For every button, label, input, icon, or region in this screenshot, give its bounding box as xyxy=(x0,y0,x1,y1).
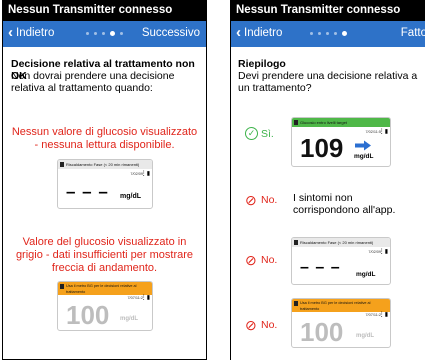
no-entry-icon: ⊘ xyxy=(245,192,257,208)
cgm-screen-in-range: Glucosio entro livelli target 7/02/11:5 … xyxy=(291,117,391,167)
glucose-value-grey: 100 xyxy=(300,317,344,347)
glucose-value: 109 xyxy=(300,133,344,163)
page-dot xyxy=(86,32,89,35)
page-dot xyxy=(120,32,123,35)
cgm-screen-grey-value: Usa il metro BG per le decisioni relativ… xyxy=(291,298,391,348)
case-grey-value-text: Valore del glucosio visualizzato in grig… xyxy=(15,236,194,274)
alert-bar: Usa il metro BG per le decisioni relativ… xyxy=(292,299,390,312)
answer-no: No. xyxy=(261,319,278,331)
nav-bar: ‹ Indietro Successivo xyxy=(3,21,206,47)
page-dot-active xyxy=(341,31,347,36)
cgm-screen-no-reading: Riscaldamento Fase (< 20 min rimanenti) … xyxy=(57,159,153,209)
alert-bar: Riscaldamento Fase (< 20 min rimanenti) xyxy=(58,160,152,169)
glucose-value-grey: 100 xyxy=(66,300,110,330)
page-dot xyxy=(102,32,105,35)
page-dot xyxy=(94,32,97,35)
page-indicator xyxy=(231,31,425,36)
status-title: Nessun Transmitter connesso xyxy=(231,0,425,21)
arrow-right-icon xyxy=(355,140,371,151)
next-button[interactable]: Successivo xyxy=(142,27,200,39)
check-circle-icon: ✓ xyxy=(245,127,258,140)
signal-battery-icon: ⋮▮ xyxy=(378,249,388,255)
right-screen: Nessun Transmitter connesso ‹ Indietro F… xyxy=(230,0,425,360)
intro-text: Non dovrai prendere una decisione relati… xyxy=(11,70,175,94)
answer-no: No. xyxy=(261,194,278,206)
page-dot xyxy=(333,32,337,35)
alert-bar: Riscaldamento Fase (< 20 min rimanenti) xyxy=(292,238,390,247)
answer-yes: Sì. xyxy=(261,128,274,140)
cgm-screen-grey-value: Usa il metro BG per le decisioni relativ… xyxy=(57,281,153,331)
signal-battery-icon: ⋮▮ xyxy=(140,171,150,177)
intro-text: Devi prendere una decisione relativa a u… xyxy=(238,70,418,94)
alert-bar: Glucosio entro livelli target xyxy=(292,118,390,127)
symptoms-text: I sintomi non corrispondono all'app. xyxy=(293,192,396,216)
no-entry-icon: ⊘ xyxy=(245,252,257,268)
page-dot-active xyxy=(110,31,115,36)
signal-battery-icon: ⋮▮ xyxy=(378,129,388,135)
glucose-unit: mg/dL xyxy=(120,316,138,322)
alert-bar: Usa il metro BG per le decisioni relativ… xyxy=(58,282,152,295)
glucose-unit: mg/dL xyxy=(356,271,376,278)
glucose-value: – – – xyxy=(300,259,341,276)
page-dot xyxy=(317,32,321,35)
answer-no: No. xyxy=(261,254,278,266)
page-dot xyxy=(309,32,313,35)
no-entry-icon: ⊘ xyxy=(245,317,257,333)
signal-battery-icon: ⋮▮ xyxy=(378,312,388,318)
cgm-screen-no-reading: Riscaldamento Fase (< 20 min rimanenti) … xyxy=(291,237,391,285)
done-button[interactable]: Fatto xyxy=(401,27,425,39)
page-dot xyxy=(325,32,329,35)
glucose-value: – – – xyxy=(66,182,109,201)
case-no-reading-text: Nessun valore di glucosio visualizzato -… xyxy=(11,126,198,151)
left-screen: Nessun Transmitter connesso ‹ Indietro S… xyxy=(2,0,207,360)
nav-bar: ‹ Indietro Fatto xyxy=(231,21,425,47)
glucose-unit: mg/dL xyxy=(356,333,374,339)
page-heading: Riepilogo xyxy=(238,58,286,70)
glucose-unit: mg/dL xyxy=(120,193,141,200)
signal-battery-icon: ⋮▮ xyxy=(140,295,150,301)
glucose-unit: mg/dL xyxy=(354,153,374,160)
status-title: Nessun Transmitter connesso xyxy=(3,0,206,21)
